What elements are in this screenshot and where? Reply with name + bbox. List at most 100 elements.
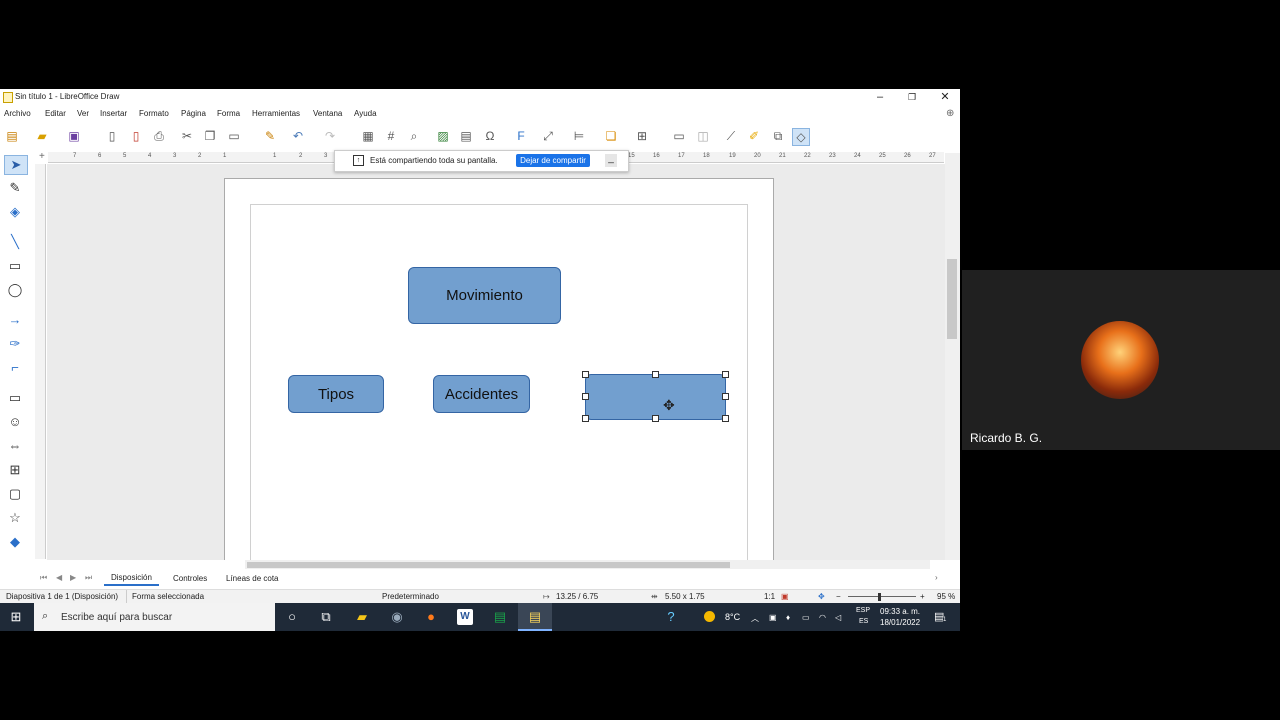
zoom-in-icon[interactable]: + (920, 592, 925, 601)
ellipse-tool-icon[interactable]: ◯ (4, 281, 26, 299)
file-explorer-icon[interactable]: ▰ (354, 609, 370, 625)
copy-icon[interactable]: ❐ (202, 128, 218, 144)
close-button[interactable]: ✕ (935, 90, 955, 104)
share-minimize-button[interactable]: _ (605, 154, 617, 167)
prev-page-icon[interactable]: ◀ (56, 573, 62, 582)
align-icon[interactable]: ⊨ (571, 128, 587, 144)
cortana-icon[interactable]: ○ (284, 609, 300, 625)
lines-arrows-icon[interactable]: → (4, 311, 26, 329)
transformations-icon[interactable]: ⤢ (540, 128, 556, 144)
redo-icon[interactable]: ↷ (322, 128, 338, 144)
battery-icon[interactable]: ▭ (802, 613, 810, 622)
fill-color-icon[interactable]: ◈ (4, 203, 26, 221)
minimize-button[interactable]: – (870, 90, 890, 104)
selection-handle[interactable] (722, 415, 729, 422)
connectors-icon[interactable]: ⌐ (4, 359, 26, 377)
export-pdf-icon[interactable]: ▯ (128, 128, 144, 144)
flowchart-icon[interactable]: ⊞ (4, 461, 26, 479)
vertical-scroll-thumb[interactable] (947, 259, 957, 339)
points-icon[interactable]: ⟋ (723, 128, 739, 144)
grid-icon[interactable]: ▦ (360, 128, 376, 144)
app-icon-snip[interactable]: ◉ (389, 609, 405, 625)
globe-icon[interactable]: ⊕ (946, 108, 954, 119)
menu-archivo[interactable]: Archivo (4, 109, 31, 118)
weather-temp[interactable]: 8°C (725, 612, 740, 622)
callouts-icon[interactable]: ▢ (4, 485, 26, 503)
microphone-icon[interactable]: ♦ (786, 613, 790, 622)
zoom-icon[interactable]: ⌕ (406, 128, 422, 144)
word-icon[interactable]: W (457, 609, 473, 625)
zoom-slider-thumb[interactable] (878, 593, 881, 601)
draw-taskbar-icon[interactable]: ▤ (527, 609, 543, 625)
menu-pagina[interactable]: Página (181, 109, 206, 118)
status-zoom[interactable]: 95 % (937, 592, 955, 601)
taskbar-search-box[interactable]: ⌕ Escribe aquí para buscar (34, 603, 275, 631)
crop-icon[interactable]: ◫ (695, 128, 711, 144)
basic-shapes-icon[interactable]: ▭ (4, 389, 26, 407)
calc-icon[interactable]: ▤ (492, 609, 508, 625)
3d-objects-icon[interactable]: ◆ (4, 533, 26, 551)
selection-handle[interactable] (722, 393, 729, 400)
language-bottom[interactable]: ES (859, 618, 868, 625)
menu-insertar[interactable]: Insertar (100, 109, 127, 118)
task-view-icon[interactable]: ⧉ (318, 609, 334, 625)
selection-handle[interactable] (722, 371, 729, 378)
shape-movimiento[interactable]: Movimiento (408, 267, 561, 324)
shadow-icon[interactable]: ▭ (671, 128, 687, 144)
first-page-icon[interactable]: ⏮ (40, 573, 47, 583)
slide-page[interactable]: Movimiento Tipos Accidentes ✥ (224, 178, 774, 560)
menu-forma[interactable]: Forma (217, 109, 240, 118)
menu-ver[interactable]: Ver (77, 109, 89, 118)
volume-icon[interactable]: ◁ (835, 613, 841, 622)
line-tool-icon[interactable]: ╲ (4, 233, 26, 251)
line-color-icon[interactable]: ✎ (4, 179, 26, 197)
rectangle-tool-icon[interactable]: ▭ (4, 257, 26, 275)
clock-date[interactable]: 18/01/2022 (880, 618, 920, 627)
language-top[interactable]: ESP (856, 607, 870, 614)
show-draw-functions-icon[interactable]: ◇ (792, 128, 810, 146)
shape-accidentes[interactable]: Accidentes (433, 375, 530, 413)
menu-ayuda[interactable]: Ayuda (354, 109, 377, 118)
status-scale[interactable]: 1:1 (764, 592, 775, 601)
select-arrow-icon[interactable]: ➤ (4, 155, 28, 175)
selection-handle[interactable] (582, 415, 589, 422)
zoom-out-icon[interactable]: − (836, 592, 841, 601)
open-folder-icon[interactable]: ▰ (34, 128, 50, 144)
weather-sun-icon[interactable] (704, 611, 715, 622)
export-icon[interactable]: ▯ (104, 128, 120, 144)
fontwork-icon[interactable]: F (513, 128, 529, 144)
new-document-icon[interactable]: ▤ (4, 128, 20, 144)
wifi-icon[interactable]: ◠ (819, 613, 826, 622)
help-icon[interactable]: ? (663, 609, 679, 625)
block-arrows-icon[interactable]: ⇔ (4, 437, 26, 455)
selection-handle[interactable] (582, 393, 589, 400)
fit-page-icon[interactable]: ✥ (818, 592, 825, 601)
windows-start-icon[interactable]: ⊞ (8, 609, 24, 625)
menu-ventana[interactable]: Ventana (313, 109, 342, 118)
stars-icon[interactable]: ☆ (4, 509, 26, 527)
tab-lineas-de-cota[interactable]: Líneas de cota (226, 574, 278, 583)
print-icon[interactable]: ⎙ (151, 128, 167, 144)
toggle-extrusion-icon[interactable]: ⧉ (770, 128, 786, 144)
save-icon[interactable]: ▣ (66, 128, 82, 144)
zoom-slider[interactable] (848, 596, 916, 597)
last-page-icon[interactable]: ⏭ (85, 573, 92, 583)
special-character-icon[interactable]: Ω (482, 128, 498, 144)
cut-icon[interactable]: ✂ (179, 128, 195, 144)
status-style[interactable]: Predeterminado (382, 592, 439, 601)
tab-disposicion[interactable]: Disposición (104, 571, 159, 586)
arrange-icon[interactable]: ❏ (603, 128, 619, 144)
insert-textbox-icon[interactable]: ▤ (458, 128, 474, 144)
paste-icon[interactable]: ▭ (226, 128, 242, 144)
tab-controles[interactable]: Controles (173, 574, 207, 583)
helplines-icon[interactable]: # (383, 128, 399, 144)
menu-formato[interactable]: Formato (139, 109, 169, 118)
meet-icon[interactable]: ▣ (769, 613, 777, 622)
firefox-icon[interactable]: ● (423, 609, 439, 625)
menu-editar[interactable]: Editar (45, 109, 66, 118)
selection-handle[interactable] (652, 415, 659, 422)
menu-herramientas[interactable]: Herramientas (252, 109, 300, 118)
show-hidden-icons-icon[interactable]: ︿ (751, 613, 759, 624)
distribute-icon[interactable]: ⊞ (634, 128, 650, 144)
glue-points-icon[interactable]: ✐ (746, 128, 762, 144)
